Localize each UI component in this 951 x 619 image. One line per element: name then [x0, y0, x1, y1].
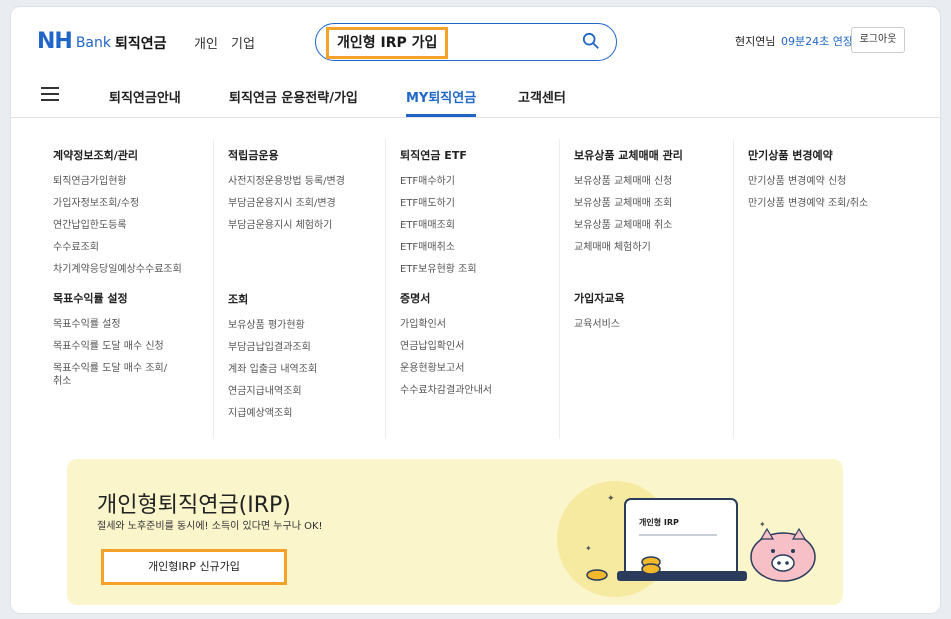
menu-item[interactable]: 수수료차감결과안내서 — [400, 384, 560, 397]
nav-customer-center[interactable]: 고객센터 — [518, 87, 566, 106]
menu-item[interactable]: ETF보유현황 조회 — [400, 263, 560, 276]
nav-strategy[interactable]: 퇴직연금 운용전략/가입 — [229, 87, 358, 106]
menu-item[interactable]: 지급예상액조회 — [228, 407, 388, 420]
user-name: 현지연님 — [735, 35, 776, 48]
menu-column-4: 보유상품 교체매매 관리 보유상품 교체매매 신청 보유상품 교체매매 조회 보… — [559, 139, 734, 439]
menu-item[interactable]: 보유상품 평가현황 — [228, 319, 388, 332]
hamburger-menu-icon[interactable] — [41, 87, 59, 101]
menu-item[interactable]: 부담금운용지시 조회/변경 — [228, 197, 388, 210]
illustration-card-label: 개인형 IRP — [639, 517, 679, 527]
menu-item[interactable]: 연금지급내역조회 — [228, 385, 388, 398]
menu-group-title: 증명서 — [400, 292, 431, 305]
menu-column-2: 적립금운용 사전지정운용방법 등록/변경 부담금운용지시 조회/변경 부담금운용… — [213, 139, 388, 439]
menu-item[interactable]: 가입자정보조회/수정 — [53, 197, 213, 210]
session-extend-link[interactable]: 09분24초 연장 — [781, 33, 853, 49]
menu-item[interactable]: 보유상품 교체매매 조회 — [574, 197, 734, 210]
svg-text:✦: ✦ — [585, 544, 592, 553]
logo-sub: 퇴직연금 — [115, 35, 167, 52]
menu-item[interactable]: 연금납입확인서 — [400, 340, 560, 353]
menu-item[interactable]: 목표수익률 도달 매수 조회/ 취소 — [53, 362, 213, 388]
menu-item[interactable]: 교육서비스 — [574, 318, 734, 331]
menu-item[interactable]: 사전지정운용방법 등록/변경 — [228, 175, 388, 188]
nav-my-retirement[interactable]: MY퇴직연금 — [406, 87, 476, 106]
menu-item[interactable]: 가입확인서 — [400, 318, 560, 331]
laptop-piggy-illustration: ✦ ✦ ✦ 개인형 IRP — [557, 481, 816, 597]
menu-group-title: 가입자교육 — [574, 292, 625, 305]
menu-group-title: 보유상품 교체매매 관리 — [574, 149, 683, 162]
menu-item[interactable]: ETF매도하기 — [400, 197, 560, 210]
link-personal[interactable]: 개인 — [194, 33, 218, 52]
irp-banner: 개인형퇴직연금(IRP) 절세와 노후준비를 동시에! 소득이 있다면 누구나 … — [67, 459, 843, 605]
menu-item[interactable]: 교체매매 체험하기 — [574, 241, 734, 254]
logo[interactable]: NH Bank 퇴직연금 — [37, 29, 167, 54]
menu-item[interactable]: 보유상품 교체매매 신청 — [574, 175, 734, 188]
top-bar: NH Bank 퇴직연금 개인 기업 개인형 IRP 가입 현지연님 09분24… — [11, 7, 940, 69]
menu-column-3: 퇴직연금 ETF ETF매수하기 ETF매도하기 ETF매매조회 ETF매매취소… — [385, 139, 560, 439]
menu-item[interactable]: ETF매매취소 — [400, 241, 560, 254]
irp-signup-button[interactable]: 개인형IRP 신규가입 — [101, 549, 287, 585]
menu-group-title: 적립금운용 — [228, 149, 279, 162]
menu-item[interactable]: 부담금운용지시 체험하기 — [228, 219, 388, 232]
menu-column-5: 만기상품 변경예약 만기상품 변경예약 신청 만기상품 변경예약 조회/취소 — [733, 139, 918, 439]
menu-item[interactable]: 목표수익률 설정 — [53, 318, 213, 331]
menu-item[interactable]: 만기상품 변경예약 신청 — [748, 175, 918, 188]
menu-group-title: 조회 — [228, 293, 249, 306]
nav-active-underline — [406, 114, 476, 117]
link-corporate[interactable]: 기업 — [231, 33, 255, 52]
logo-bank: Bank — [75, 34, 111, 51]
menu-item[interactable]: 운용현황보고서 — [400, 362, 560, 375]
logo-nh: NH — [37, 29, 73, 54]
banner-title: 개인형퇴직연금(IRP) — [97, 493, 291, 518]
menu-item[interactable]: 퇴직연금가입현황 — [53, 175, 213, 188]
search-input[interactable]: 개인형 IRP 가입 — [326, 27, 449, 59]
svg-text:✦: ✦ — [607, 494, 615, 504]
page-frame: NH Bank 퇴직연금 개인 기업 개인형 IRP 가입 현지연님 09분24… — [10, 6, 941, 614]
menu-item[interactable]: ETF매수하기 — [400, 175, 560, 188]
logout-button[interactable]: 로그아웃 — [851, 27, 905, 53]
menu-group-title: 목표수익률 설정 — [53, 292, 128, 305]
menu-item[interactable]: ETF매매조회 — [400, 219, 560, 232]
menu-column-1: 계약정보조회/관리 퇴직연금가입현황 가입자정보조회/수정 연간납입한도등록 수… — [39, 139, 213, 439]
mega-menu: 계약정보조회/관리 퇴직연금가입현황 가입자정보조회/수정 연간납입한도등록 수… — [39, 139, 929, 451]
search-icon[interactable] — [582, 32, 600, 50]
menu-group-title: 만기상품 변경예약 — [748, 149, 833, 162]
menu-item[interactable]: 보유상품 교체매매 취소 — [574, 219, 734, 232]
menu-group-title: 계약정보조회/관리 — [53, 149, 138, 162]
main-nav: 퇴직연금안내 퇴직연금 운용전략/가입 MY퇴직연금 고객센터 — [11, 69, 940, 118]
menu-item[interactable]: 수수료조회 — [53, 241, 213, 254]
menu-item[interactable]: 차기계약응당일예상수수료조회 — [53, 263, 213, 276]
menu-item[interactable]: 연간납입한도등록 — [53, 219, 213, 232]
search-box[interactable]: 개인형 IRP 가입 — [315, 23, 617, 61]
banner-subtitle: 절세와 노후준비를 동시에! 소득이 있다면 누구나 OK! — [97, 521, 323, 532]
menu-item[interactable]: 부담금납입결과조회 — [228, 341, 388, 354]
menu-group-title: 퇴직연금 ETF — [400, 149, 467, 162]
menu-item[interactable]: 만기상품 변경예약 조회/취소 — [748, 197, 918, 210]
nav-retirement-guide[interactable]: 퇴직연금안내 — [109, 87, 181, 106]
menu-item[interactable]: 목표수익률 도달 매수 신청 — [53, 340, 213, 353]
svg-text:✦: ✦ — [759, 520, 766, 529]
menu-item[interactable]: 계좌 입출금 내역조회 — [228, 363, 388, 376]
